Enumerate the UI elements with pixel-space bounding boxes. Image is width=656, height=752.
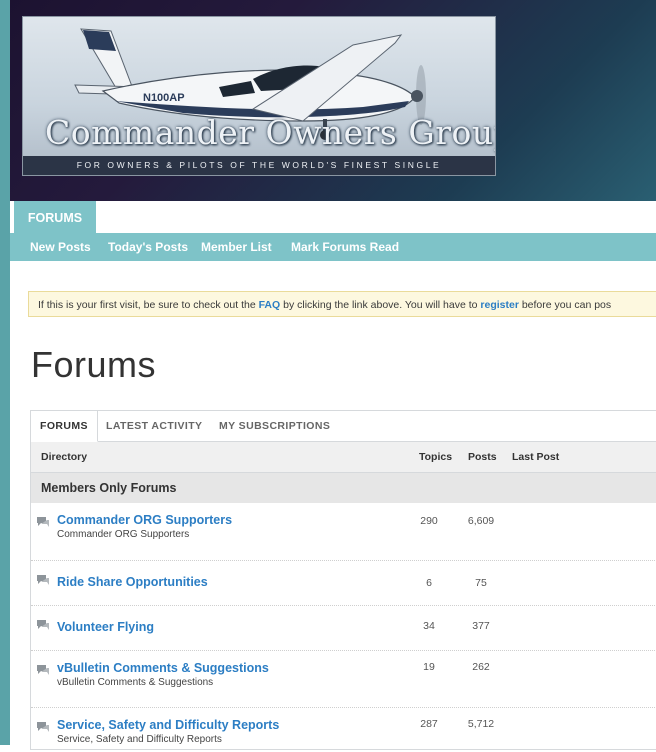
nav-tab-articles[interactable]: ARTICLES (182, 201, 245, 233)
left-accent-strip (0, 0, 10, 745)
nav-tab-forums[interactable]: FORUMS (14, 201, 96, 233)
forum-list-panel: FORUMS LATEST ACTIVITY MY SUBSCRIPTIONS … (30, 410, 656, 750)
col-posts[interactable]: Posts (468, 442, 497, 472)
forum-chat-icon (37, 665, 49, 675)
notice-text-1: If this is your first visit, be sure to … (38, 299, 259, 311)
col-last-post[interactable]: Last Post (512, 442, 559, 472)
forum-row[interactable]: Volunteer Flying 34 377 (31, 606, 656, 651)
forum-chat-icon (37, 722, 49, 732)
forum-chat-icon (37, 575, 49, 585)
col-topics[interactable]: Topics (419, 442, 452, 472)
page-title: Forums (31, 344, 157, 385)
forum-posts-count: 6,609 (467, 515, 495, 527)
nav-tab-blogs[interactable]: BLOGS (111, 201, 155, 233)
forum-chat-icon (37, 517, 49, 527)
site-banner-logo[interactable]: N100AP Commander Owners Group FOR OWNERS… (22, 16, 496, 176)
forum-row[interactable]: Ride Share Opportunities 6 75 (31, 561, 656, 606)
forum-topics-count: 34 (423, 620, 435, 632)
forum-posts-count: 262 (472, 661, 490, 673)
forum-row[interactable]: Commander ORG Supporters Commander ORG S… (31, 503, 656, 561)
banner-title: Commander Owners Group (45, 113, 496, 152)
notice-text-3: before you can pos (518, 299, 612, 311)
forum-topics-count: 287 (420, 718, 438, 730)
faq-link[interactable]: FAQ (259, 299, 281, 311)
banner-subtitle: FOR OWNERS & PILOTS OF THE WORLD'S FINES… (23, 156, 495, 175)
col-directory: Directory (41, 451, 88, 463)
sub-navigation: New Posts Today's Posts Member List Mark… (10, 233, 656, 261)
forum-title[interactable]: Commander ORG Supporters (57, 513, 232, 527)
tab-latest-activity[interactable]: LATEST ACTIVITY (106, 411, 202, 441)
subnav-new-posts[interactable]: New Posts (30, 233, 91, 261)
forum-topics-count: 6 (426, 577, 432, 589)
forum-posts-count: 75 (475, 577, 487, 589)
subnav-mark-forums-read[interactable]: Mark Forums Read (291, 233, 399, 261)
section-header: Members Only Forums (31, 473, 656, 503)
forum-tabs: FORUMS LATEST ACTIVITY MY SUBSCRIPTIONS (31, 411, 656, 442)
forum-title[interactable]: vBulletin Comments & Suggestions (57, 661, 269, 675)
subnav-todays-posts[interactable]: Today's Posts (108, 233, 188, 261)
section-title[interactable]: Members Only Forums (41, 473, 176, 503)
forum-description: vBulletin Comments & Suggestions (57, 677, 214, 688)
forum-title[interactable]: Service, Safety and Difficulty Reports (57, 718, 279, 732)
tab-my-subscriptions[interactable]: MY SUBSCRIPTIONS (219, 411, 330, 441)
forum-topics-count: 290 (420, 515, 438, 527)
main-navigation: FORUMS BLOGS ARTICLES GROUPS JOIN OR REN… (10, 201, 656, 233)
forum-posts-count: 5,712 (467, 718, 495, 730)
forum-posts-count: 377 (472, 620, 490, 632)
forum-description: Commander ORG Supporters (57, 529, 190, 540)
forum-description: Service, Safety and Difficulty Reports (57, 734, 222, 745)
tab-forums[interactable]: FORUMS (31, 411, 98, 442)
register-link[interactable]: register (480, 299, 519, 311)
nav-tab-join-renew[interactable]: JOIN OR RENEW NOW! (354, 201, 494, 233)
tail-number: N100AP (143, 92, 185, 104)
subnav-member-list[interactable]: Member List (201, 233, 272, 261)
forum-title[interactable]: Volunteer Flying (57, 620, 154, 634)
forum-row[interactable]: Service, Safety and Difficulty Reports S… (31, 708, 656, 752)
forum-title[interactable]: Ride Share Opportunities (57, 575, 208, 589)
forum-row[interactable]: vBulletin Comments & Suggestions vBullet… (31, 651, 656, 708)
column-headers: Directory Topics Posts Last Post (31, 442, 656, 473)
forum-topics-count: 19 (423, 661, 435, 673)
first-visit-notice: If this is your first visit, be sure to … (28, 291, 656, 317)
notice-text-2: by clicking the link above. You will hav… (280, 299, 481, 311)
forum-chat-icon (37, 620, 49, 630)
nav-tab-groups[interactable]: GROUPS (270, 201, 324, 233)
